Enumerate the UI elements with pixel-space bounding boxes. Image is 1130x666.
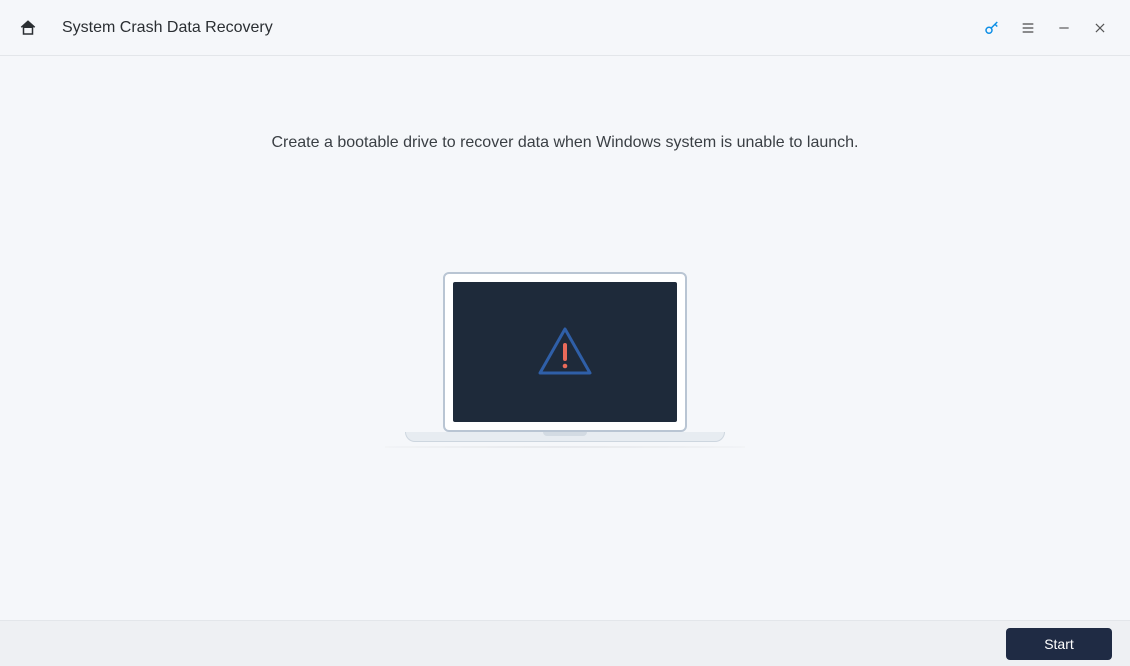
warning-triangle-icon xyxy=(535,325,595,379)
titlebar: System Crash Data Recovery xyxy=(0,0,1130,56)
laptop-screen xyxy=(453,282,677,422)
subtitle-text: Create a bootable drive to recover data … xyxy=(272,134,859,152)
menu-icon[interactable] xyxy=(1010,10,1046,46)
key-icon[interactable] xyxy=(974,10,1010,46)
start-button[interactable]: Start xyxy=(1006,628,1112,660)
laptop-bezel xyxy=(443,272,687,432)
main-content: Create a bootable drive to recover data … xyxy=(0,56,1130,620)
footer-bar: Start xyxy=(0,620,1130,666)
laptop-illustration xyxy=(395,272,735,448)
laptop-shadow xyxy=(385,446,745,448)
laptop-base xyxy=(405,432,725,442)
close-button[interactable] xyxy=(1082,10,1118,46)
minimize-button[interactable] xyxy=(1046,10,1082,46)
page-title: System Crash Data Recovery xyxy=(62,19,273,37)
home-icon[interactable] xyxy=(18,18,38,38)
app-window: System Crash Data Recovery xyxy=(0,0,1130,666)
